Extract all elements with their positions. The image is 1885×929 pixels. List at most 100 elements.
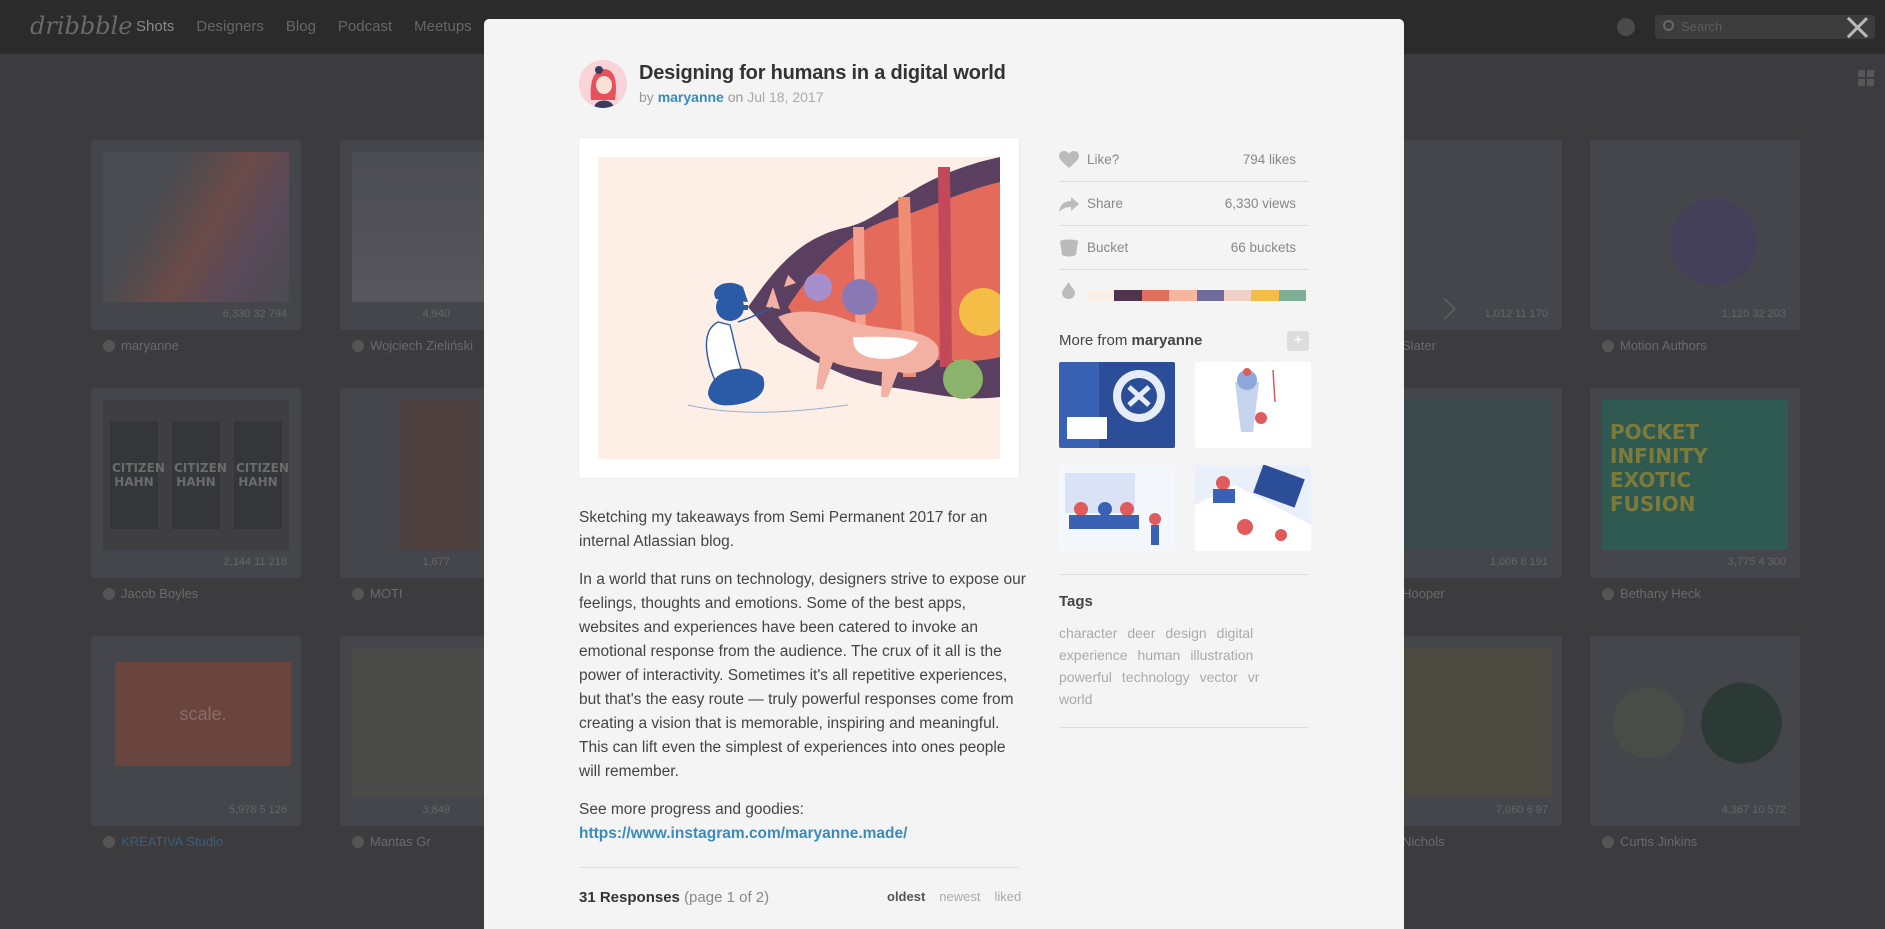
nav-item-podcast[interactable]: Podcast (338, 18, 392, 35)
author-link[interactable]: maryanne (658, 89, 724, 105)
more-from-author[interactable]: maryanne (1132, 332, 1203, 349)
search-placeholder: Search (1681, 19, 1723, 34)
likes-count[interactable]: 794 likes (1243, 152, 1296, 167)
sort-liked[interactable]: liked (995, 889, 1022, 904)
sort-newest[interactable]: newest (939, 889, 980, 904)
shot-description: Sketching my takeaways from Semi Permane… (579, 506, 1029, 860)
background-author[interactable]: KREATIVA Studio (103, 834, 223, 849)
palette-swatch[interactable] (1223, 290, 1252, 301)
background-shot[interactable]: CITIZEN HAHN CITIZEN HAHN CITIZEN HAHN 2… (91, 388, 301, 578)
bucket-icon (1060, 239, 1078, 257)
tag-link[interactable]: design (1165, 622, 1206, 644)
shot-date: Jul 18, 2017 (747, 89, 824, 105)
tag-link[interactable]: technology (1122, 666, 1190, 688)
tag-link[interactable]: vr (1248, 666, 1260, 688)
background-author[interactable]: Nichols (1402, 834, 1445, 849)
background-author[interactable]: Bethany Heck (1602, 586, 1701, 601)
search-icon (1663, 20, 1674, 31)
palette-swatch[interactable] (1169, 290, 1197, 301)
search-input[interactable]: Search (1655, 15, 1875, 39)
divider (1059, 574, 1309, 575)
bucket-row[interactable]: Bucket 66 buckets (1059, 226, 1309, 270)
background-author[interactable]: Slater (1402, 338, 1436, 353)
background-author[interactable]: Jacob Boyles (103, 586, 198, 601)
nav-item-blog[interactable]: Blog (286, 18, 316, 35)
tags-heading: Tags (1059, 593, 1093, 610)
more-shot-thumbnail[interactable] (1059, 465, 1175, 551)
background-shot[interactable]: POCKET INFINITY EXOTIC FUSION 3,775 4 30… (1590, 388, 1800, 578)
background-shot[interactable]: 7,060 6 97 (1392, 636, 1562, 826)
nav-item-meetups[interactable]: Meetups (414, 18, 472, 35)
tag-link[interactable]: world (1059, 688, 1092, 710)
palette-swatch[interactable] (1278, 290, 1307, 301)
background-shot[interactable]: 1,120 32 203 (1590, 140, 1800, 330)
shot-title: Designing for humans in a digital world (639, 62, 1006, 84)
tag-link[interactable]: character (1059, 622, 1117, 644)
description-paragraph: In a world that runs on technology, desi… (579, 571, 1026, 780)
bucket-label[interactable]: Bucket (1087, 240, 1128, 255)
tag-link[interactable]: vector (1200, 666, 1238, 688)
tag-link[interactable]: deer (1127, 622, 1155, 644)
instagram-link[interactable]: https://www.instagram.com/maryanne.made/ (579, 825, 907, 842)
author-avatar[interactable] (579, 60, 627, 108)
close-icon[interactable] (1846, 16, 1868, 38)
dribbble-logo[interactable]: dribbble (30, 12, 132, 40)
palette-swatch[interactable] (1114, 290, 1142, 301)
sort-oldest[interactable]: oldest (887, 889, 925, 904)
tag-link[interactable]: illustration (1190, 644, 1253, 666)
shot-sidebar: Like? 794 likes Share 6,330 views Bucket… (1059, 138, 1309, 314)
more-shot-thumbnail[interactable] (1195, 465, 1311, 551)
like-label[interactable]: Like? (1087, 152, 1119, 167)
nav-item-shots[interactable]: Shots (136, 18, 174, 35)
user-avatar-icon[interactable] (1617, 18, 1635, 36)
author-avatar-icon (579, 60, 627, 108)
background-shot[interactable]: 1,012 11 170 (1392, 140, 1562, 330)
divider (1059, 727, 1309, 728)
responses-sort: oldest newest liked (887, 889, 1021, 904)
palette-swatch[interactable] (1087, 290, 1115, 301)
background-author[interactable]: Curtis Jinkins (1602, 834, 1697, 849)
add-button[interactable]: + (1287, 331, 1309, 351)
background-author[interactable]: Wojciech Zieliński (352, 338, 473, 353)
description-paragraph: Sketching my takeaways from Semi Permane… (579, 509, 988, 550)
background-author[interactable]: maryanne (103, 338, 179, 353)
more-shot-thumbnail[interactable] (1195, 362, 1311, 448)
tag-link[interactable]: powerful (1059, 666, 1112, 688)
background-shot[interactable]: 1,006 8 191 (1392, 388, 1562, 578)
background-shot[interactable]: scale. 5,978 5 126 (91, 636, 301, 826)
more-shot-thumbnail[interactable] (1059, 362, 1175, 448)
buckets-count[interactable]: 66 buckets (1231, 240, 1296, 255)
background-author[interactable]: Motion Authors (1602, 338, 1707, 353)
background-author[interactable]: Hooper (1402, 586, 1445, 601)
nav-item-designers[interactable]: Designers (196, 18, 264, 35)
background-author[interactable]: Mantas Gr (352, 834, 431, 849)
shot-illustration (598, 157, 1000, 459)
palette-swatch[interactable] (1141, 290, 1170, 301)
palette-swatch[interactable] (1196, 290, 1224, 301)
tag-link[interactable]: experience (1059, 644, 1128, 666)
tag-list: character deer design digital experience huma… (1059, 622, 1299, 710)
description-paragraph: See more progress and goodies: https://w… (579, 801, 908, 842)
heart-icon (1059, 151, 1079, 168)
responses-heading: 31 Responses (page 1 of 2) (579, 889, 770, 906)
main-nav: Shots Designers Blog Podcast Meetups (136, 18, 472, 35)
background-author[interactable]: MOTI (352, 586, 403, 601)
background-shot[interactable]: 6,330 32 794 (91, 140, 301, 330)
like-row[interactable]: Like? 794 likes (1059, 138, 1309, 182)
share-row[interactable]: Share 6,330 views (1059, 182, 1309, 226)
grid-view-icon[interactable] (1858, 70, 1874, 86)
shot-image[interactable] (579, 138, 1019, 478)
tag-link[interactable]: human (1138, 644, 1181, 666)
background-shot[interactable]: 4,367 10 572 (1590, 636, 1800, 826)
more-from-heading: More from maryanne (1059, 332, 1203, 349)
palette-swatches (1087, 290, 1307, 301)
shot-byline: by maryanne on Jul 18, 2017 (639, 89, 824, 105)
palette-swatch[interactable] (1251, 290, 1279, 301)
shot-modal: Designing for humans in a digital world … (484, 19, 1404, 929)
share-arrow-icon (1059, 197, 1079, 212)
tag-link[interactable]: digital (1217, 622, 1254, 644)
color-drop-icon (1062, 282, 1075, 299)
share-label[interactable]: Share (1087, 196, 1123, 211)
views-count: 6,330 views (1224, 196, 1296, 211)
color-palette (1059, 270, 1309, 314)
